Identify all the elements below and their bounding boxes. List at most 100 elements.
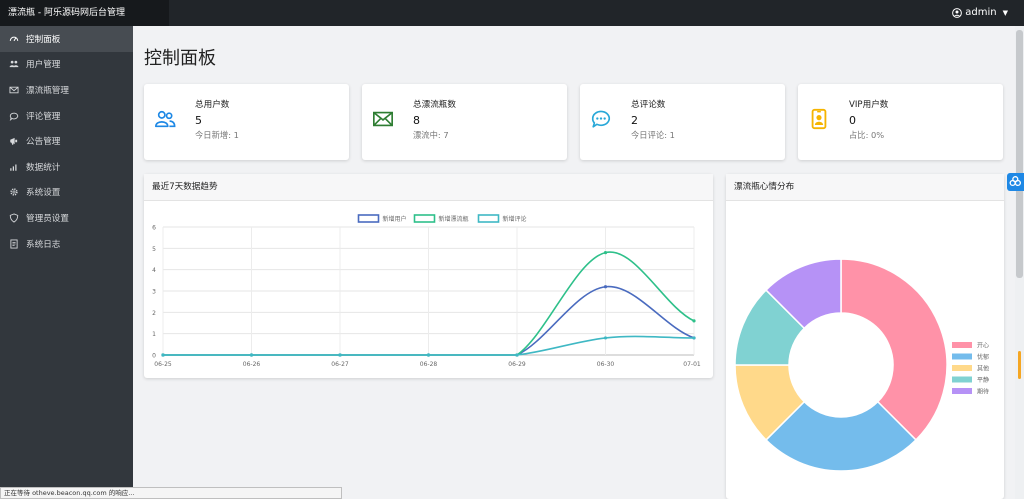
chevron-down-icon: ▼	[1002, 9, 1008, 17]
stat-label: 总评论数	[631, 100, 666, 110]
legend-swatch	[357, 214, 380, 223]
data-point	[249, 353, 254, 357]
comment-dots-icon	[590, 108, 612, 130]
mood-panel-title: 漂流瓶心情分布	[726, 174, 1004, 201]
page-title: 控制面板	[144, 48, 216, 69]
trend-panel-title: 最近7天数据趋势	[144, 174, 713, 201]
megaphone-icon	[8, 136, 19, 147]
edge-accent-marker	[1018, 351, 1021, 379]
y-tick-label: 1	[152, 331, 156, 338]
trend-line-chart: 0 1 2 3 4 5 6 06-25 06-26 06-27 06-28 06-29 06-30 07-…	[152, 214, 701, 368]
y-tick-label: 6	[152, 225, 156, 232]
x-tick-label: 06-28	[420, 361, 438, 368]
stat-card-users: 总用户数 5 今日新增: 1	[144, 84, 349, 160]
document-icon	[8, 238, 19, 249]
sidebar-item-label: 漂流瓶管理	[26, 85, 69, 96]
stat-value: 5	[195, 114, 202, 127]
envelope-icon	[8, 84, 19, 95]
pie-slice	[840, 258, 948, 442]
data-point	[338, 353, 342, 357]
sidebar-item-dashboard[interactable]: 控制面板	[0, 26, 133, 52]
x-tick-label: 06-27	[331, 361, 349, 368]
legend-swatch	[952, 365, 972, 371]
app-brand[interactable]: 漂流瓶 - 阿乐源码网后台管理	[0, 0, 169, 26]
sidebar-item-label: 评论管理	[26, 111, 61, 122]
sidebar-item-settings[interactable]: 系统设置	[0, 180, 133, 206]
sidebar-item-label: 管理员设置	[26, 213, 69, 224]
sidebar-item-admin-settings[interactable]: 管理员设置	[0, 205, 133, 231]
y-tick-label: 0	[152, 353, 156, 360]
legend-label: 开心	[977, 343, 989, 350]
legend-label: 平静	[977, 376, 989, 384]
users-icon	[8, 59, 19, 70]
stat-value: 8	[413, 114, 420, 127]
stat-sub: 占比: 0%	[849, 130, 885, 140]
stat-value: 0	[849, 114, 856, 127]
sidebar-item-bottles[interactable]: 漂流瓶管理	[0, 77, 133, 103]
cloud-link-icon	[1009, 176, 1021, 187]
users-icon	[154, 108, 176, 130]
y-tick-label: 4	[152, 267, 156, 274]
top-navbar: 漂流瓶 - 阿乐源码网后台管理 admin ▼	[0, 0, 1024, 26]
user-circle-icon	[952, 8, 963, 18]
stat-label: VIP用户数	[849, 100, 889, 110]
sidebar-item-announcements[interactable]: 公告管理	[0, 128, 133, 154]
data-point	[603, 285, 608, 289]
id-badge-icon	[808, 108, 830, 130]
legend-label: 新增用户	[383, 215, 407, 223]
username: admin	[965, 7, 997, 18]
sidebar-item-label: 公告管理	[26, 137, 61, 148]
stat-sub: 漂流中: 7	[413, 130, 449, 140]
mood-panel: 漂流瓶心情分布 开心忧郁其他平静期待	[726, 174, 1004, 499]
sidebar-item-statistics[interactable]: 数据统计	[0, 154, 133, 180]
comment-icon	[8, 110, 19, 121]
sidebar: 控制面板 用户管理 漂流瓶管理 评论管理 公告管理 数据统计 系统设置 管理员设…	[0, 26, 133, 499]
legend-swatch	[952, 353, 972, 360]
stat-label: 总漂流瓶数	[413, 100, 456, 110]
sidebar-item-comments[interactable]: 评论管理	[0, 103, 133, 129]
legend-label: 新增评论	[503, 215, 527, 223]
user-menu[interactable]: admin ▼	[952, 0, 1008, 26]
browser-status-bar: 正在等待 otheve.beacon.qq.com 的响应...	[0, 487, 342, 499]
data-point	[603, 336, 608, 340]
stat-card-comments: 总评论数 2 今日评论: 1	[580, 84, 785, 160]
data-point	[161, 353, 165, 357]
gauge-icon	[8, 33, 19, 44]
legend-label: 新增漂流瓶	[439, 215, 469, 223]
legend-swatch	[952, 376, 972, 383]
stat-card-bottles: 总漂流瓶数 8 漂流中: 7	[362, 84, 567, 160]
legend-swatch	[952, 342, 972, 348]
stat-card-vip: VIP用户数 0 占比: 0%	[798, 84, 1003, 160]
sidebar-item-label: 数据统计	[26, 162, 61, 173]
data-point	[515, 353, 519, 357]
legend-label: 忧郁	[977, 353, 989, 361]
legend-label: 期待	[977, 388, 989, 396]
data-point	[692, 336, 696, 340]
data-point	[426, 353, 431, 357]
y-tick-label: 5	[152, 246, 156, 253]
stat-sub: 今日新增: 1	[195, 130, 239, 140]
stat-value: 2	[631, 114, 638, 127]
x-tick-label: 06-30	[597, 361, 615, 368]
floating-widget-button[interactable]	[1007, 173, 1024, 191]
x-tick-label: 06-25	[154, 361, 172, 368]
legend-swatch	[477, 214, 500, 223]
trend-panel: 最近7天数据趋势 0 1 2 3 4 5 6 06-25 06-26 06-27 06-28 06-2…	[144, 174, 713, 378]
legend-label: 其他	[977, 365, 989, 373]
sidebar-item-logs[interactable]: 系统日志	[0, 231, 133, 257]
bar-chart-icon	[8, 161, 19, 172]
y-tick-label: 2	[152, 310, 156, 317]
data-point	[692, 319, 696, 323]
mood-pie-chart: 开心忧郁其他平静期待	[734, 258, 989, 472]
x-tick-label: 07-01	[683, 361, 701, 368]
sidebar-item-label: 用户管理	[26, 60, 61, 71]
scrollbar-thumb[interactable]	[1016, 30, 1023, 278]
sidebar-item-label: 控制面板	[26, 34, 61, 45]
y-tick-label: 3	[152, 289, 156, 296]
sidebar-item-users[interactable]: 用户管理	[0, 52, 133, 78]
legend-swatch	[952, 388, 972, 394]
legend-swatch	[413, 214, 436, 223]
x-tick-label: 06-26	[243, 361, 261, 368]
envelope-icon	[372, 108, 394, 130]
stat-label: 总用户数	[195, 100, 230, 110]
